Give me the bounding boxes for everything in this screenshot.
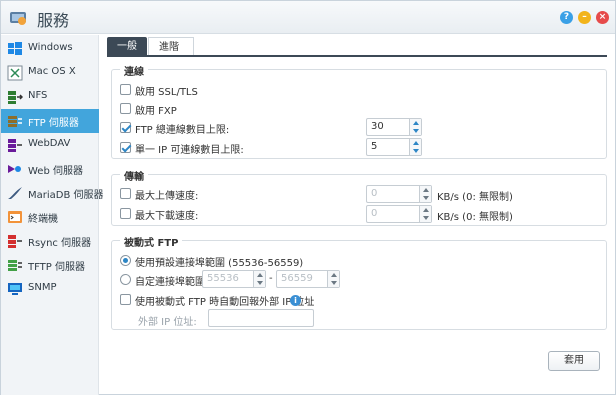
- sidebar-item-label: NFS: [28, 90, 48, 101]
- ssl-tls-label: 啟用 SSL/TLS: [135, 87, 198, 98]
- external-ip-label: 外部 IP 位址:: [138, 317, 197, 328]
- terminal-icon: [8, 211, 22, 223]
- passive-legend: 被動式 FTP: [120, 234, 183, 249]
- max-per-ip-value: 5: [371, 141, 378, 152]
- services-app-icon: [10, 12, 26, 25]
- sidebar: Windows Mac OS X NFS FTP 伺服器 WebDAV Web …: [1, 35, 104, 395]
- rsync-icon: [8, 235, 22, 248]
- sidebar-item-mariadb[interactable]: MariaDB 伺服器: [1, 181, 104, 205]
- sidebar-item-label: FTP 伺服器: [28, 118, 79, 129]
- max-download-unit: KB/s (0: 無限制): [437, 212, 513, 223]
- macos-icon: [7, 65, 23, 81]
- fxp-checkbox[interactable]: [120, 103, 131, 114]
- sidebar-item-label: TFTP 伺服器: [28, 262, 86, 273]
- nfs-icon: [8, 91, 23, 104]
- sidebar-item-nfs[interactable]: NFS: [1, 85, 99, 109]
- sidebar-item-webdav[interactable]: WebDAV: [1, 133, 99, 157]
- max-download-checkbox[interactable]: [120, 208, 131, 219]
- ssl-tls-checkbox[interactable]: [120, 84, 131, 95]
- max-per-ip-stepper[interactable]: 5: [366, 138, 422, 156]
- sidebar-item-label: Mac OS X: [28, 66, 76, 77]
- max-per-ip-checkbox[interactable]: [120, 142, 131, 153]
- close-icon: ×: [598, 12, 607, 22]
- max-connections-value: 30: [371, 121, 384, 132]
- stepper-arrows-icon[interactable]: [253, 271, 265, 287]
- stepper-arrows-icon[interactable]: [409, 119, 421, 135]
- max-download-stepper[interactable]: 0: [366, 205, 432, 223]
- max-connections-checkbox[interactable]: [120, 122, 131, 133]
- sidebar-item-terminal[interactable]: 終端機: [1, 205, 99, 229]
- max-connections-stepper[interactable]: 30: [366, 118, 422, 136]
- minimize-button[interactable]: –: [578, 11, 591, 24]
- stepper-arrows-icon[interactable]: [419, 186, 431, 202]
- tab-underline: [107, 55, 607, 57]
- mariadb-icon: [8, 187, 22, 199]
- max-connections-label: FTP 總連線數目上限:: [135, 125, 230, 136]
- max-upload-checkbox[interactable]: [120, 188, 131, 199]
- passive-ftp-group: 被動式 FTP 使用預設連接埠範圍 (55536-56559) 自定連接埠範圍:…: [111, 234, 607, 330]
- sidebar-item-label: 終端機: [28, 214, 58, 225]
- minimize-icon: –: [582, 12, 587, 22]
- custom-range-label: 自定連接埠範圍:: [135, 277, 209, 288]
- stepper-arrows-icon[interactable]: [419, 206, 431, 222]
- default-range-radio[interactable]: [120, 255, 131, 266]
- max-download-value: 0: [371, 208, 378, 219]
- apply-button[interactable]: 套用: [548, 351, 600, 371]
- max-per-ip-label: 單一 IP 可連線數目上限:: [135, 145, 244, 156]
- sidebar-item-label: WebDAV: [28, 138, 71, 149]
- snmp-icon: [8, 283, 22, 295]
- report-external-ip-checkbox[interactable]: [120, 294, 131, 305]
- sidebar-item-rsync[interactable]: Rsync 伺服器: [1, 229, 99, 253]
- title-bar: 服務 ? – ×: [1, 1, 615, 34]
- close-button[interactable]: ×: [596, 11, 609, 24]
- tab-advanced[interactable]: 進階: [148, 37, 194, 56]
- content-panel: 一般 進階 連線 啟用 SSL/TLS 啟用 FXP FTP 總連線數目上限: …: [99, 35, 616, 395]
- info-icon[interactable]: i: [290, 295, 301, 306]
- sidebar-item-tftp[interactable]: TFTP 伺服器: [1, 253, 99, 277]
- sidebar-item-windows[interactable]: Windows: [1, 37, 99, 61]
- fxp-label: 啟用 FXP: [135, 106, 177, 117]
- services-window: 服務 ? – × Windows Mac OS X NFS FTP 伺服器 We…: [0, 0, 616, 395]
- window-title: 服務: [37, 11, 70, 30]
- custom-range-from-value: 55536: [207, 273, 239, 284]
- connection-legend: 連線: [120, 63, 148, 78]
- external-ip-input[interactable]: [208, 309, 314, 327]
- max-upload-label: 最大上傳速度:: [135, 191, 199, 202]
- custom-range-radio[interactable]: [120, 274, 131, 285]
- sidebar-item-label: Windows: [28, 42, 73, 53]
- report-external-ip-label: 使用被動式 FTP 時自動回報外部 IP 位址: [135, 297, 315, 308]
- help-button[interactable]: ?: [560, 11, 573, 24]
- sidebar-item-label: Web 伺服器: [28, 166, 83, 177]
- max-download-label: 最大下載速度:: [135, 211, 199, 222]
- webdav-icon: [8, 139, 22, 152]
- sidebar-item-snmp[interactable]: SNMP: [1, 277, 99, 301]
- sidebar-item-label: SNMP: [28, 282, 57, 293]
- sidebar-item-web-server[interactable]: Web 伺服器: [1, 157, 99, 181]
- custom-range-to-value: 56559: [281, 273, 313, 284]
- sidebar-item-label: Rsync 伺服器: [28, 238, 92, 249]
- web-server-icon: [8, 165, 21, 173]
- stepper-arrows-icon[interactable]: [327, 271, 339, 287]
- custom-range-to-stepper[interactable]: 56559: [276, 270, 340, 288]
- sidebar-item-ftp[interactable]: FTP 伺服器: [1, 109, 99, 133]
- range-separator: -: [269, 273, 273, 284]
- tab-general[interactable]: 一般: [107, 37, 147, 56]
- tftp-icon: [8, 260, 22, 271]
- custom-range-from-stepper[interactable]: 55536: [202, 270, 266, 288]
- connection-group: 連線 啟用 SSL/TLS 啟用 FXP FTP 總連線數目上限: 30 單一 …: [111, 63, 607, 159]
- max-upload-unit: KB/s (0: 無限制): [437, 192, 513, 203]
- stepper-arrows-icon[interactable]: [409, 139, 421, 155]
- max-upload-value: 0: [371, 188, 378, 199]
- sidebar-item-label: MariaDB 伺服器: [28, 190, 104, 201]
- ftp-icon: [8, 116, 22, 127]
- max-upload-stepper[interactable]: 0: [366, 185, 432, 203]
- windows-icon: [8, 42, 22, 55]
- help-icon: ?: [563, 12, 570, 22]
- transfer-legend: 傳輸: [120, 168, 148, 183]
- sidebar-item-macos[interactable]: Mac OS X: [1, 61, 99, 85]
- default-range-label: 使用預設連接埠範圍 (55536-56559): [135, 258, 304, 269]
- transfer-group: 傳輸 最大上傳速度: 0 KB/s (0: 無限制) 最大下載速度: 0 KB/…: [111, 168, 607, 226]
